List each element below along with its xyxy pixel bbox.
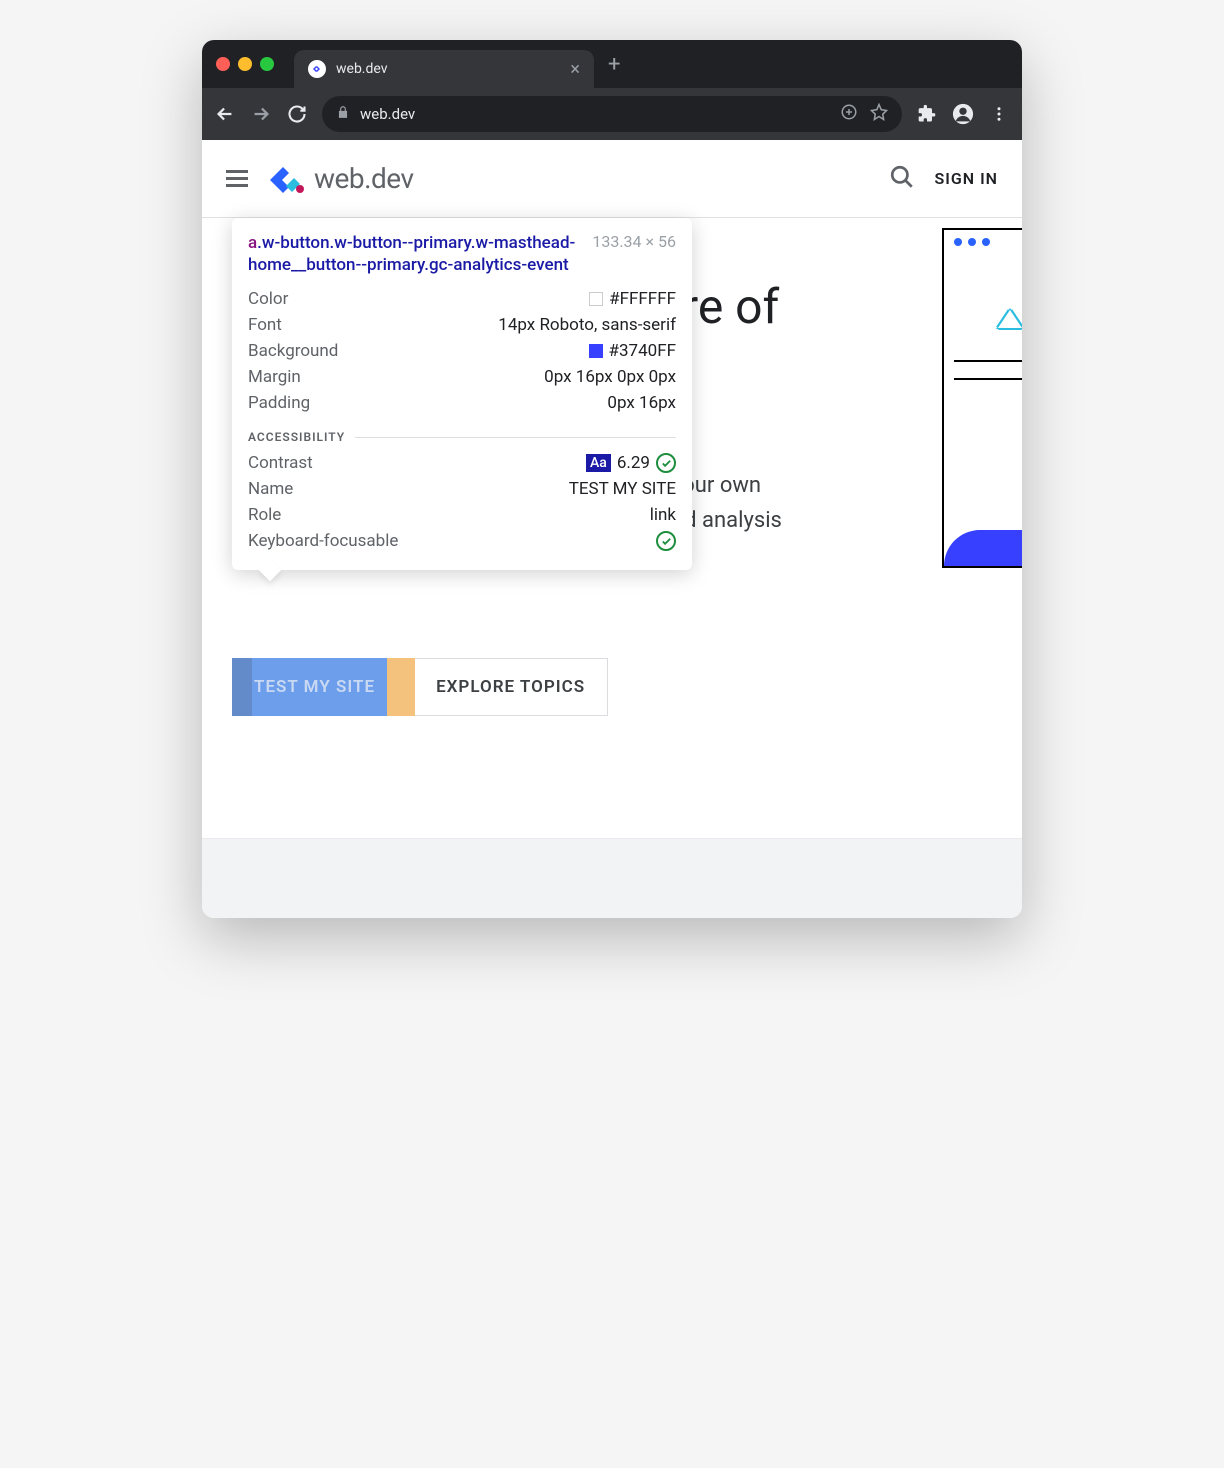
url-text: web.dev xyxy=(360,105,415,123)
extensions-icon[interactable] xyxy=(916,103,938,125)
browser-tab[interactable]: web.dev × xyxy=(294,50,594,88)
back-button[interactable] xyxy=(214,103,236,125)
tooltip-padding-row: Padding 0px 16px xyxy=(248,390,676,416)
tooltip-margin-row: Margin 0px 16px 0px 0px xyxy=(248,364,676,390)
window-minimize-button[interactable] xyxy=(238,57,252,71)
test-my-site-button[interactable]: TEST MY SITE xyxy=(232,658,397,716)
window-controls xyxy=(216,57,274,71)
site-logo[interactable]: web.dev xyxy=(268,162,414,195)
page-content: re of your own nd analysis a.w-button.w-… xyxy=(202,218,1022,918)
sign-in-link[interactable]: SIGN IN xyxy=(935,169,999,188)
tooltip-role-row: Role link xyxy=(248,502,676,528)
tooltip-color-row: Color #FFFFFF xyxy=(248,286,676,312)
forward-button[interactable] xyxy=(250,103,272,125)
add-page-icon[interactable] xyxy=(840,103,858,125)
footer-strip xyxy=(202,838,1022,918)
check-icon xyxy=(656,531,676,551)
tooltip-background-row: Background #3740FF xyxy=(248,338,676,364)
tooltip-keyboard-row: Keyboard-focusable xyxy=(248,528,676,554)
search-icon[interactable] xyxy=(889,164,915,194)
hero-title-fragment: re of xyxy=(682,278,779,335)
favicon-icon xyxy=(308,60,326,78)
tab-title: web.dev xyxy=(336,61,560,77)
devtools-inspect-tooltip: a.w-button.w-button--primary.w-masthead-… xyxy=(232,218,692,570)
reload-button[interactable] xyxy=(286,103,308,125)
selector-text: a.w-button.w-button--primary.w-masthead-… xyxy=(248,232,580,276)
hero-buttons: TEST MY SITE EXPLORE TOPICS xyxy=(232,658,608,716)
contrast-aa-badge: Aa xyxy=(586,454,611,472)
logo-mark-icon xyxy=(268,165,304,193)
window-maximize-button[interactable] xyxy=(260,57,274,71)
browser-toolbar: web.dev xyxy=(202,88,1022,140)
tooltip-contrast-row: Contrast Aa 6.29 xyxy=(248,450,676,476)
a11y-section-header: ACCESSIBILITY xyxy=(248,430,676,444)
tooltip-name-row: Name TEST MY SITE xyxy=(248,476,676,502)
address-bar[interactable]: web.dev xyxy=(322,96,902,132)
browser-window: web.dev × + web.dev xyxy=(202,40,1022,918)
logo-text: web.dev xyxy=(314,162,414,195)
titlebar: web.dev × + xyxy=(202,40,1022,88)
menu-dots-icon[interactable] xyxy=(988,103,1010,125)
window-close-button[interactable] xyxy=(216,57,230,71)
check-icon xyxy=(656,453,676,473)
lock-icon xyxy=(336,105,350,123)
explore-topics-button[interactable]: EXPLORE TOPICS xyxy=(413,658,608,716)
profile-icon[interactable] xyxy=(952,103,974,125)
color-swatch-icon xyxy=(589,344,603,358)
hero-illustration xyxy=(942,228,1022,568)
hamburger-menu-icon[interactable] xyxy=(226,170,248,187)
tab-close-icon[interactable]: × xyxy=(570,59,580,80)
tooltip-font-row: Font 14px Roboto, sans-serif xyxy=(248,312,676,338)
dimensions-text: 133.34 × 56 xyxy=(592,232,676,251)
bookmark-star-icon[interactable] xyxy=(870,103,888,125)
new-tab-button[interactable]: + xyxy=(608,52,620,77)
site-header: web.dev SIGN IN xyxy=(202,140,1022,218)
color-swatch-icon xyxy=(589,292,603,306)
